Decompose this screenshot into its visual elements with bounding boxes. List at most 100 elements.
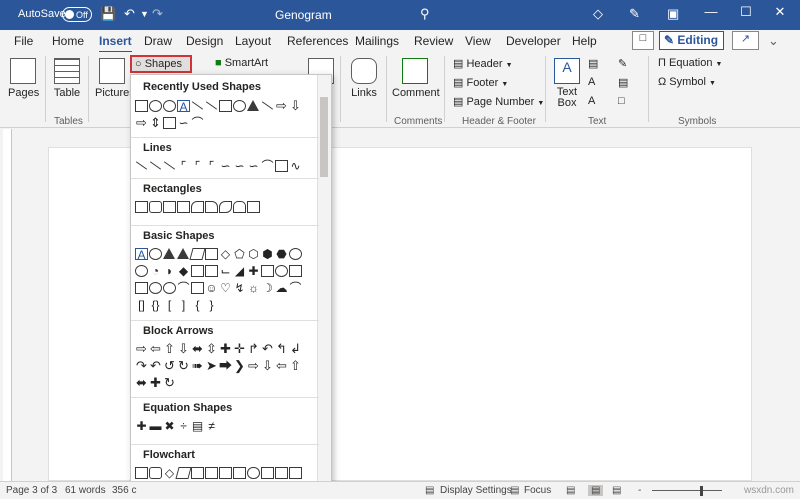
tab-review[interactable]: Review — [414, 34, 453, 48]
chevron-arrow-shape-icon[interactable]: ❯ — [233, 359, 246, 372]
signature-line-icon[interactable]: ✎ — [618, 57, 627, 70]
round-same-side-rectangle-icon[interactable] — [233, 200, 246, 213]
callout-shape-icon[interactable] — [163, 116, 176, 129]
octagon-shape-icon[interactable]: ⬣ — [275, 248, 288, 260]
save-icon[interactable]: 💾 — [100, 6, 116, 22]
l-shape-icon[interactable]: ⌙ — [219, 265, 232, 277]
tab-design[interactable]: Design — [186, 34, 223, 48]
data-shape-icon[interactable] — [175, 466, 192, 479]
display-settings-label[interactable]: Display Settings — [440, 485, 512, 496]
right-arrow-shape-icon[interactable]: ⇨ — [275, 99, 288, 112]
cloud-shape-icon[interactable]: ☁ — [275, 282, 288, 294]
web-layout-icon[interactable]: ▤ — [612, 485, 621, 496]
undo-dropdown-icon[interactable]: ▼ — [140, 9, 149, 19]
cross-shape-icon[interactable]: ✚ — [247, 265, 260, 277]
tab-help[interactable]: Help — [572, 34, 597, 48]
object-icon[interactable]: □ — [618, 95, 625, 107]
minus-shape-icon[interactable]: ▬ — [149, 420, 162, 432]
right-triangle-shape-icon[interactable] — [177, 248, 189, 259]
page-number-button[interactable]: ▤ Page Number ▼ — [453, 95, 544, 108]
preparation-shape-icon[interactable] — [261, 466, 274, 479]
cube-shape-icon[interactable] — [289, 264, 302, 277]
u-turn-arrow-shape-icon[interactable]: ↶ — [261, 342, 274, 355]
zoom-slider-thumb[interactable] — [700, 486, 703, 496]
zoom-slider[interactable] — [652, 490, 722, 491]
ribbon-collapse-icon[interactable]: ⌄ — [768, 33, 779, 49]
bent-up-arrow-shape-icon[interactable]: ↲ — [289, 342, 302, 355]
arc-shape-icon[interactable]: ⌒ — [289, 282, 302, 294]
freeform-shape-icon[interactable] — [275, 159, 288, 172]
block-arc-shape-icon[interactable]: ⌒ — [177, 282, 190, 294]
terminator-shape-icon[interactable] — [247, 466, 260, 479]
curved-right-arrow-shape-icon[interactable]: ↷ — [135, 359, 148, 372]
chord-shape-icon[interactable]: ◗ — [163, 265, 176, 277]
equation-button[interactable]: Π Equation ▼ — [658, 57, 722, 69]
comments-button[interactable]: □ — [632, 31, 654, 50]
elbow-double-arrow-connector-icon[interactable]: ⌜ — [205, 160, 218, 172]
division-shape-icon[interactable]: ÷ — [177, 420, 190, 432]
pie-shape-icon[interactable]: ◔ — [149, 265, 162, 277]
dropdown-scrollbar[interactable] — [317, 75, 331, 498]
undo-icon[interactable]: ↶ — [124, 6, 135, 22]
smiley-face-shape-icon[interactable]: ☺ — [205, 282, 218, 294]
left-brace-shape-icon[interactable]: { — [191, 299, 204, 311]
diamond-icon[interactable]: ◇ — [593, 6, 603, 22]
text-box-shape-icon[interactable]: A — [177, 99, 190, 113]
frame-rectangle-icon[interactable] — [247, 200, 260, 213]
circular-arrow-shape-icon[interactable]: ↻ — [163, 376, 176, 389]
pentagon-arrow-shape-icon[interactable]: ⮕ — [219, 359, 232, 372]
links-button[interactable]: Links — [349, 58, 379, 99]
character-count[interactable]: 356 c — [112, 485, 136, 496]
double-brace-shape-icon[interactable]: {} — [149, 299, 162, 311]
quad-arrow-shape-icon[interactable]: ✚ — [219, 342, 232, 355]
parallelogram-shape-icon[interactable] — [189, 247, 206, 260]
table-button[interactable]: Table — [53, 58, 81, 99]
tab-home[interactable]: Home — [52, 34, 84, 48]
elbow-arrow-connector-icon[interactable]: ⌜ — [191, 160, 204, 172]
half-frame-shape-icon[interactable] — [205, 264, 218, 277]
read-mode-icon[interactable]: ▤ — [566, 485, 575, 496]
footer-button[interactable]: ▤ Footer ▼ — [453, 76, 508, 89]
right-arrow-shape-icon[interactable]: ⇨ — [135, 116, 148, 129]
plaque-shape-icon[interactable] — [261, 264, 274, 277]
tab-mailings[interactable]: Mailings — [355, 34, 399, 48]
tab-references[interactable]: References — [287, 34, 348, 48]
rectangle-shape-icon[interactable] — [135, 200, 148, 213]
cross-circle-shape-icon[interactable] — [163, 99, 176, 112]
pages-button[interactable]: Pages — [8, 58, 39, 99]
redo-icon[interactable]: ↷ — [152, 6, 163, 22]
focus-label[interactable]: Focus — [524, 485, 551, 496]
scribble-icon[interactable]: ∿ — [289, 160, 302, 172]
ribbon-display-icon[interactable]: ▣ — [667, 6, 679, 22]
snip-same-side-rectangle-icon[interactable] — [177, 200, 190, 213]
curve-shape-icon[interactable]: ∽ — [177, 117, 190, 129]
pentagon-shape-icon[interactable]: ⬠ — [233, 248, 246, 260]
decagon-shape-icon[interactable] — [289, 247, 302, 260]
drop-cap-icon[interactable]: A — [588, 95, 595, 107]
editing-mode-button[interactable]: ✎ Editing ▼ — [659, 31, 724, 63]
right-brace-shape-icon[interactable]: } — [205, 299, 218, 311]
bent-arrow-shape-icon[interactable]: ↱ — [247, 342, 260, 355]
quick-parts-icon[interactable]: ▤ — [588, 57, 598, 70]
heart-shape-icon[interactable]: ♡ — [219, 282, 232, 294]
arrow-line-shape-icon[interactable] — [149, 161, 162, 170]
left-arrow-callout-icon[interactable]: ⇦ — [275, 359, 288, 372]
folded-corner-shape-icon[interactable] — [191, 281, 204, 294]
autosave-toggle[interactable]: Off — [62, 7, 92, 22]
arrow-line-shape-icon[interactable] — [205, 101, 218, 110]
curved-arrow-connector-icon[interactable]: ∽ — [233, 160, 246, 172]
frame-shape-icon[interactable] — [191, 264, 204, 277]
tab-layout[interactable]: Layout — [235, 34, 271, 48]
left-right-up-arrow-shape-icon[interactable]: ✛ — [233, 342, 246, 355]
curved-left-arrow-shape-icon[interactable]: ↶ — [149, 359, 162, 372]
snip-round-rectangle-icon[interactable] — [191, 200, 204, 213]
pictures-button[interactable]: Pictures — [95, 58, 135, 99]
tab-view[interactable]: View — [465, 34, 491, 48]
header-button[interactable]: ▤ Header ▼ — [453, 57, 513, 70]
display-settings-icon[interactable]: ▤ — [425, 485, 434, 496]
text-box-button[interactable]: A Text Box — [553, 58, 581, 109]
alternate-process-shape-icon[interactable] — [149, 466, 162, 479]
manual-input-shape-icon[interactable] — [275, 466, 288, 479]
arc-shape-icon[interactable]: ⌒ — [191, 117, 204, 129]
print-layout-icon[interactable]: ▤ — [588, 485, 604, 496]
